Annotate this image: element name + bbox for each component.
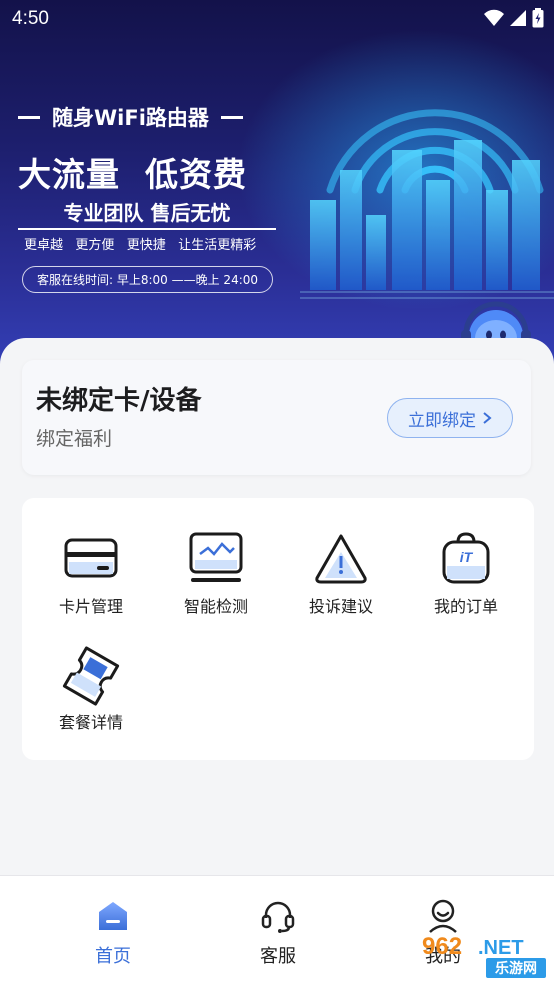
card-icon xyxy=(64,538,118,578)
nav-label-home: 首页 xyxy=(95,946,131,967)
status-bar: 4:50 xyxy=(0,0,554,38)
chevron-right-icon xyxy=(483,412,492,424)
user-icon xyxy=(429,899,457,933)
bind-now-button[interactable]: 立即绑定 xyxy=(387,398,513,438)
divider xyxy=(18,115,40,119)
feature-label: 投诉建议 xyxy=(308,597,373,616)
wifi-signal-icon xyxy=(484,9,504,26)
feature-card-management[interactable]: 卡片管理 xyxy=(24,530,148,630)
warning-icon xyxy=(315,534,367,584)
banner-subheadline: 专业团队 售后无忧 xyxy=(18,197,276,230)
banner-title-text: 随身WiFi路由器 xyxy=(52,106,209,130)
bind-now-label: 立即绑定 xyxy=(408,410,476,431)
bind-card-title: 未绑定卡/设备 xyxy=(36,386,202,416)
banner-title: 随身WiFi路由器 xyxy=(18,102,243,132)
cell-signal-icon xyxy=(510,10,526,26)
nav-tab-service[interactable]: 客服 xyxy=(233,898,323,968)
home-icon xyxy=(99,902,127,930)
feature-smart-detect[interactable]: 智能检测 xyxy=(149,530,273,630)
feature-grid: 卡片管理 智能检测 投诉建议 iT 我的订单 套餐详情 xyxy=(22,498,534,760)
headset-icon xyxy=(261,901,295,933)
order-bag-icon: iT xyxy=(442,532,490,584)
svg-text:iT: iT xyxy=(460,549,474,565)
feature-complaint[interactable]: 投诉建议 xyxy=(274,530,398,630)
bind-card-subtitle: 绑定福利 xyxy=(36,428,113,450)
feature-label: 我的订单 xyxy=(433,597,498,616)
battery-icon xyxy=(532,8,544,28)
divider xyxy=(220,115,243,119)
watermark-number: 962 xyxy=(422,933,462,960)
city-skyline-graphic xyxy=(300,140,554,299)
nav-label-service: 客服 xyxy=(260,946,296,967)
watermark-text: 乐游网 xyxy=(495,960,537,977)
feature-label: 套餐详情 xyxy=(58,713,123,732)
status-time: 4:50 xyxy=(12,8,49,29)
banner-headline: 大流量 低资费 xyxy=(18,155,247,194)
feature-my-orders[interactable]: iT 我的订单 xyxy=(399,530,523,630)
nav-tab-home[interactable]: 首页 xyxy=(68,898,158,968)
feature-label: 智能检测 xyxy=(183,597,248,616)
bind-device-card: 未绑定卡/设备 绑定福利 立即绑定 xyxy=(22,360,531,475)
feature-label: 卡片管理 xyxy=(58,597,123,616)
service-hours-badge: 客服在线时间: 早上8:00 ——晚上 24:00 xyxy=(22,266,274,293)
site-watermark-logo: 962 .NET 乐游网 xyxy=(422,933,546,978)
monitor-icon xyxy=(189,532,243,582)
feature-package-details[interactable]: 套餐详情 xyxy=(24,646,148,746)
main-content: 未绑定卡/设备 绑定福利 立即绑定 卡片管理 智能检测 投诉建议 iT 我的订单… xyxy=(0,338,554,878)
package-ticket-icon xyxy=(62,646,120,706)
banner-tags: 更卓越 更方便 更快捷 让生活更精彩 xyxy=(24,238,257,253)
watermark-suffix: .NET xyxy=(478,937,524,959)
